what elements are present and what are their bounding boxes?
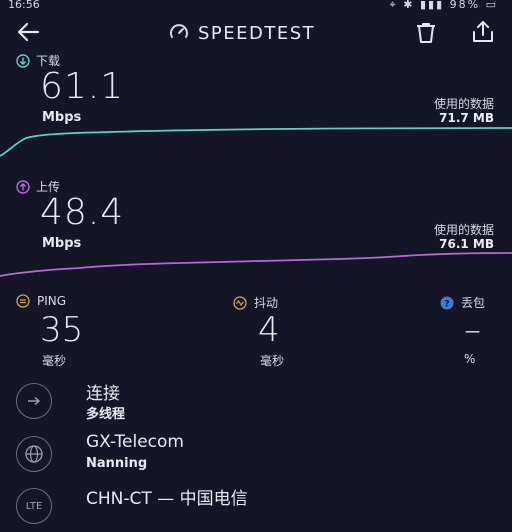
jitter-value: 4 [258,310,280,350]
arrow-right-icon [28,396,41,406]
back-button[interactable] [14,18,44,46]
download-used-label: 使用的数据 [433,97,494,111]
status-icons: ⌖ ✱ ▮▮▮ 98% ▭ [390,0,498,12]
jitter-unit: 毫秒 [260,354,285,368]
loss-label-row: ? 丢包 [440,294,485,311]
globe-icon [16,436,52,472]
download-graph [0,127,512,157]
jitter-icon [233,295,247,310]
connections-title: 连接 [86,384,120,404]
svg-text:?: ? [444,299,449,309]
battery-icon: ▭ [485,0,498,11]
download-value: 61.1 [40,66,125,107]
jitter-label-row: 抖动 [233,294,278,311]
connections-row[interactable]: 连接 多线程 [16,377,496,427]
header-title-group: SPEEDTEST [168,20,315,46]
connections-sub: 多线程 [86,407,126,422]
upload-value: 48.4 [40,192,125,233]
ping-label: PING [37,294,67,308]
ping-value: 35 [40,310,84,350]
globe-shape [25,445,43,463]
top-bar: SPEEDTEST [0,16,512,50]
trash-icon [417,23,435,43]
loss-value: – [464,310,481,350]
server-row[interactable]: GX-Telecom Nanning [16,430,496,480]
connections-icon [16,383,52,419]
server-title: GX-Telecom [86,432,184,452]
delete-button[interactable] [413,20,439,50]
upload-icon [16,179,30,194]
loss-unit: % [464,352,476,366]
ping-label-row: PING [16,294,66,308]
download-icon [16,53,30,68]
status-bar: 16:56 ⌖ ✱ ▮▮▮ 98% ▭ [0,0,512,14]
status-time: 16:56 [8,0,40,11]
ping-icon [16,294,30,308]
jitter-label: 抖动 [254,296,279,310]
network-row[interactable]: LTE CHN-CT — 中国电信 [16,482,496,532]
speedtest-logo-icon [170,24,188,38]
bluetooth-icon: ✱ [403,0,415,11]
ping-unit: 毫秒 [42,354,67,368]
back-arrow-icon [17,22,40,42]
location-icon: ⌖ [389,0,398,11]
battery-text: 98% [449,0,481,11]
lte-icon: LTE [16,488,52,524]
lte-icon-text: LTE [25,500,43,512]
upload-graph [0,252,512,277]
download-used-value: 71.7 MB [439,111,494,125]
page-title: SPEEDTEST [198,22,316,44]
network-title: CHN-CT — 中国电信 [86,489,248,509]
share-icon [473,21,493,42]
loss-label: 丢包 [461,296,486,310]
download-unit: Mbps [42,110,82,125]
share-button[interactable] [469,18,497,50]
upload-used-label: 使用的数据 [433,223,494,237]
packet-loss-icon: ? [440,296,454,309]
server-sub: Nanning [86,456,148,471]
signal-icon: ▮▮▮ [419,0,445,11]
